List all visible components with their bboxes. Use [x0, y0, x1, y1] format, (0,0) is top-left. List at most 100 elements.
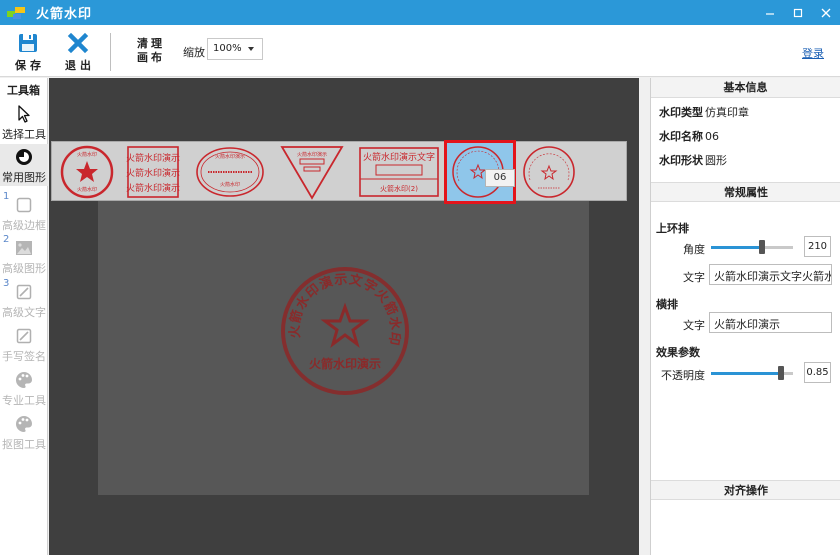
info-row-shape: 水印形状 圆形 [651, 148, 840, 172]
angle-label: 角度 [683, 243, 705, 256]
info-key: 水印类型 [659, 106, 703, 119]
opacity-slider[interactable] [711, 366, 793, 380]
opacity-slider-thumb[interactable] [778, 366, 784, 380]
top-text-row: 文字 火箭水印演示文字火箭水印 [651, 264, 840, 286]
tool-pro[interactable]: 专业工具 [0, 370, 48, 408]
stamp-preview-bottom: 火箭水印(2) [380, 184, 418, 193]
info-value: 06 [705, 129, 719, 143]
clear-canvas-line1: 清理 [137, 37, 165, 50]
angle-slider-fill [711, 246, 762, 249]
title-bar: 火箭水印 [0, 0, 840, 25]
cursor-icon [18, 105, 30, 123]
stamp-caption: 火箭水印演示 [215, 153, 245, 160]
zoom-select[interactable]: 100% [207, 38, 263, 60]
toolbox-panel: 工具箱 选择工具 常用图形 1 高级边框 2 高级图形 3 高级文字 手写签名 … [0, 78, 48, 555]
canvas-paper[interactable]: 火箭水印演示文字火箭水印 火箭水印演示 [98, 181, 589, 495]
stamp-gallery: 火箭水印 火箭水印 火箭水印演示 火箭水印演示 火箭水印演示 火箭水印演示 火箭… [51, 140, 627, 204]
stamp-template-05[interactable]: 火箭水印演示文字 火箭水印(2) [358, 144, 440, 200]
stamp-caption: 火箭水印 [77, 186, 97, 193]
minimize-icon [766, 12, 774, 15]
clear-canvas-button[interactable]: 清理 画布 [136, 37, 166, 65]
tool-advanced-image[interactable]: 2 高级图形 [0, 234, 48, 276]
info-value: 仿真印章 [705, 106, 749, 119]
stamp-template-02[interactable]: 火箭水印演示 火箭水印演示 火箭水印演示 [124, 144, 182, 200]
top-ring-title: 上环排 [656, 222, 689, 235]
main-toolbar: 保存 退出 清理 画布 缩放 100% 登录 [0, 25, 840, 77]
close-button[interactable] [812, 0, 840, 25]
maximize-icon [793, 8, 803, 17]
square-icon [16, 197, 32, 213]
tool-advanced-text-label: 高级文字 [2, 306, 46, 319]
zoom-value: 100% [213, 43, 242, 54]
angle-row: 角度 210 [651, 236, 840, 258]
stamp-preview-text: 火箭水印演示文字 [363, 151, 435, 163]
align-header: 对齐操作 [651, 480, 840, 500]
tool-advanced-image-label: 高级图形 [2, 262, 46, 275]
stamp-template-07[interactable] [520, 144, 578, 200]
stamp-line-text: 火箭水印演示 [126, 182, 180, 194]
save-button[interactable]: 保存 [10, 32, 46, 73]
stamp-template-04[interactable]: 火箭水印演示 [278, 144, 346, 200]
stamp-line-text: 火箭水印演示 [126, 167, 180, 179]
tool-common-shapes-label: 常用图形 [2, 171, 46, 184]
star-icon [469, 163, 487, 180]
horiz-text-label: 文字 [683, 319, 705, 332]
stamp-tooltip: 06 [485, 169, 515, 187]
save-icon [19, 34, 37, 52]
stamp-caption: 火箭水印 [220, 181, 240, 188]
effect-title: 效果参数 [656, 346, 700, 359]
stamp-template-01[interactable]: 火箭水印 火箭水印 [58, 144, 116, 200]
app-logo-icon [7, 6, 25, 19]
info-value: 圆形 [705, 154, 727, 167]
tool-select[interactable]: 选择工具 [0, 104, 48, 142]
star-icon [540, 164, 558, 181]
horiz-text-input[interactable]: 火箭水印演示 [709, 312, 832, 333]
horizontal-title: 横排 [656, 298, 678, 311]
top-text-input[interactable]: 火箭水印演示文字火箭水印 [709, 264, 832, 285]
tool-select-label: 选择工具 [2, 128, 46, 141]
tool-cutout-label: 抠图工具 [2, 438, 46, 451]
clear-canvas-line2: 画布 [137, 51, 165, 64]
tool-advanced-border[interactable]: 1 高级边框 [0, 191, 48, 233]
edit-icon [16, 328, 32, 344]
tool-advanced-border-label: 高级边框 [2, 219, 46, 232]
login-link[interactable]: 登录 [802, 45, 824, 61]
star-icon [76, 161, 98, 182]
tool-pro-label: 专业工具 [2, 394, 46, 407]
stamp-template-03[interactable]: 火箭水印演示 火箭水印 [194, 144, 266, 200]
image-icon [16, 241, 32, 255]
exit-button[interactable]: 退出 [60, 32, 96, 73]
opacity-row: 不透明度 0.85 [651, 362, 840, 384]
angle-input[interactable]: 210 [804, 236, 831, 257]
info-key: 水印名称 [659, 130, 703, 143]
opacity-label: 不透明度 [661, 369, 705, 382]
palette-icon [16, 416, 32, 432]
star-icon [320, 302, 370, 348]
stamp-line-text: 火箭水印演示 [126, 152, 180, 164]
tool-number: 2 [3, 234, 10, 245]
exit-label: 退出 [65, 59, 95, 72]
minimize-button[interactable] [756, 0, 784, 25]
angle-slider-thumb[interactable] [759, 240, 765, 254]
canvas-stamp[interactable]: 火箭水印演示文字火箭水印 火箭水印演示 [279, 265, 411, 397]
basic-info-header: 基本信息 [651, 78, 840, 98]
save-label: 保存 [15, 59, 45, 72]
close-x-icon [67, 32, 89, 54]
stamp-caption: 火箭水印 [77, 151, 97, 158]
info-key: 水印形状 [659, 154, 703, 167]
properties-panel: 基本信息 水印类型 仿真印章 水印名称 06 水印形状 圆形 常规属性 上环排 … [650, 78, 840, 555]
canvas-area[interactable]: 火箭水印演示文字火箭水印 火箭水印演示 火箭水印 火箭水印 火箭水印演示 火箭水… [49, 78, 639, 555]
close-icon [821, 8, 831, 17]
tool-advanced-text[interactable]: 3 高级文字 [0, 278, 48, 320]
tool-common-shapes[interactable]: 常用图形 [0, 144, 48, 186]
opacity-slider-fill [711, 372, 781, 375]
info-row-name: 水印名称 06 [651, 124, 840, 148]
shape-icon [16, 149, 32, 165]
maximize-button[interactable] [784, 0, 812, 25]
app-title: 火箭水印 [36, 7, 93, 22]
tool-cutout[interactable]: 抠图工具 [0, 414, 48, 452]
tool-number: 1 [3, 191, 10, 202]
opacity-input[interactable]: 0.85 [804, 362, 831, 383]
angle-slider[interactable] [711, 240, 793, 254]
tool-signature[interactable]: 手写签名 [0, 326, 48, 364]
